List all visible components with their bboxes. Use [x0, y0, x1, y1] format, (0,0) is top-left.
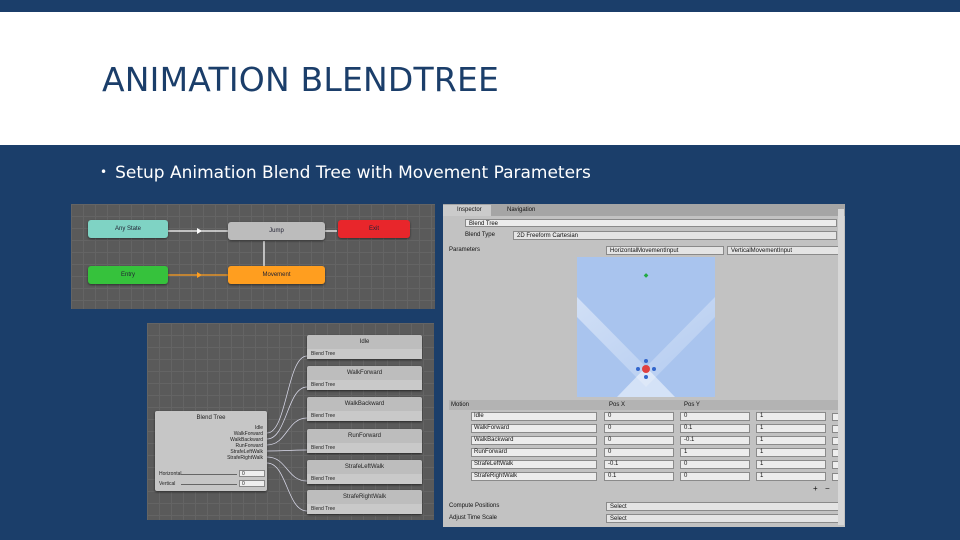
pos-x-field[interactable]: 0	[604, 412, 674, 421]
motion-name[interactable]: WalkBackward	[471, 436, 597, 445]
tab-inspector[interactable]: Inspector	[443, 205, 491, 216]
bt-param-label: Vertical	[159, 481, 176, 487]
motion-table-header: Motion Pos X Pos Y	[449, 400, 839, 410]
bt-node-title: StrafeRightWalk	[342, 494, 387, 500]
blend-diagram: ◆	[577, 272, 715, 397]
adjust-time-scale-row: Adjust Time Scale Select	[443, 513, 845, 523]
pos-y-field[interactable]: 0	[680, 460, 750, 469]
bt-node-sub: Blend Tree	[307, 474, 422, 484]
compute-positions-select[interactable]: Select	[606, 502, 841, 511]
speed-field[interactable]: 1	[756, 448, 826, 457]
tab-label: Inspector	[457, 207, 482, 213]
bt-node-runforward[interactable]: RunForward Blend Tree	[307, 429, 422, 453]
bt-node-walkbackward[interactable]: WalkBackward Blend Tree	[307, 397, 422, 421]
pos-x-field[interactable]: 0	[604, 436, 674, 445]
bt-node-sub: Blend Tree	[307, 443, 422, 453]
compute-positions-row: Compute Positions Select	[443, 501, 845, 511]
bt-node-title: Idle	[359, 339, 370, 345]
compute-positions-label: Compute Positions	[449, 503, 500, 509]
motion-name[interactable]: Idle	[471, 412, 597, 421]
motion-name[interactable]: StrafeLeftWalk	[471, 460, 597, 469]
pos-y-field[interactable]: -0.1	[680, 436, 750, 445]
pos-x-field[interactable]: -0.1	[604, 460, 674, 469]
bt-node-sub: Blend Tree	[307, 504, 422, 514]
blend-type-label: Blend Type	[465, 232, 495, 238]
tab-bar: Inspector Navigation	[443, 204, 845, 216]
speed-field[interactable]: 1	[756, 436, 826, 445]
blend-type-row: Blend Type 2D Freeform Cartesian	[443, 230, 845, 240]
pos-x-field[interactable]: 0	[604, 424, 674, 433]
bt-node-strafeleft[interactable]: StrafeLeftWalk Blend Tree	[307, 460, 422, 484]
speed-field[interactable]: 1	[756, 472, 826, 481]
pos-y-field[interactable]: 0.1	[680, 424, 750, 433]
bt-node-sub: Blend Tree	[307, 411, 422, 421]
svg-text:◆: ◆	[644, 272, 649, 279]
bt-root-output: StrafeRightWalk	[227, 455, 263, 461]
bt-node-sub: Blend Tree	[307, 380, 422, 390]
param-x-select[interactable]: HorizontalMovementInput	[606, 246, 724, 255]
motion-row[interactable]: StrafeLeftWalk -0.1 0 1	[449, 459, 840, 470]
adjust-time-scale-select[interactable]: Select	[606, 514, 841, 523]
bt-root-title: Blend Tree	[196, 415, 226, 421]
blend-visualization[interactable]: ◆	[577, 257, 715, 397]
bt-node-title: WalkForward	[346, 370, 383, 376]
bt-param-slider[interactable]	[181, 484, 237, 485]
remove-motion-icon[interactable]: −	[825, 484, 830, 493]
blendtree-graph[interactable]: Idle Blend Tree WalkForward Blend Tree Wal…	[147, 323, 434, 520]
slide-title: ANIMATION BLENDTREE	[102, 60, 500, 99]
pos-x-field[interactable]: 0.1	[604, 472, 674, 481]
inspector-scrollbar[interactable]	[838, 209, 844, 525]
adjust-time-scale-label: Adjust Time Scale	[449, 515, 498, 521]
state-jump[interactable]: Jump	[228, 222, 325, 240]
speed-field[interactable]: 1	[756, 460, 826, 469]
motion-name[interactable]: RunForward	[471, 448, 597, 457]
motion-col-header: Motion	[451, 402, 470, 408]
bt-param-value[interactable]: 0	[239, 480, 265, 487]
parameters-row: Parameters HorizontalMovementInput Verti…	[443, 245, 845, 255]
name-field[interactable]: Blend Tree	[465, 219, 837, 227]
posx-col-header: Pos X	[609, 402, 626, 408]
speed-field[interactable]: 1	[756, 412, 826, 421]
bullet-icon: •	[100, 165, 108, 179]
state-any[interactable]: Any State	[88, 220, 168, 238]
speed-field[interactable]: 1	[756, 424, 826, 433]
bullet-text: Setup Animation Blend Tree with Movement…	[115, 163, 591, 183]
motion-row[interactable]: RunForward 0 1 1	[449, 447, 840, 458]
posy-col-header: Pos Y	[684, 402, 700, 408]
bt-node-walkforward[interactable]: WalkForward Blend Tree	[307, 366, 422, 390]
bt-node-idle[interactable]: Idle Blend Tree	[307, 335, 422, 359]
bt-node-sub: Blend Tree	[307, 349, 422, 359]
bt-param-value[interactable]: 0	[239, 470, 265, 477]
bt-node-straferight[interactable]: StrafeRightWalk Blend Tree	[307, 490, 422, 514]
bt-node-title: RunForward	[347, 433, 381, 439]
pos-y-field[interactable]: 1	[680, 448, 750, 457]
pos-x-field[interactable]: 0	[604, 448, 674, 457]
motion-name[interactable]: StrafeRightWalk	[471, 472, 597, 481]
bt-param-label: Horizontal	[159, 471, 182, 477]
motion-row[interactable]: StrafeRightWalk 0.1 0 1	[449, 471, 840, 482]
motion-row[interactable]: WalkForward 0 0.1 1	[449, 423, 840, 434]
top-accent-bar	[0, 0, 960, 12]
bullet-item: • Setup Animation Blend Tree with Movemen…	[100, 163, 591, 183]
state-exit[interactable]: Exit	[338, 220, 410, 238]
parameters-label: Parameters	[449, 247, 481, 253]
tab-navigation[interactable]: Navigation	[493, 205, 557, 216]
motion-name[interactable]: WalkForward	[471, 424, 597, 433]
animator-graph[interactable]: Any State Jump Exit Entry Movement	[71, 204, 435, 309]
state-movement[interactable]: Movement	[228, 266, 325, 284]
bt-param-slider[interactable]	[181, 474, 237, 475]
pos-y-field[interactable]: 0	[680, 472, 750, 481]
motion-row[interactable]: WalkBackward 0 -0.1 1	[449, 435, 840, 446]
add-motion-icon[interactable]: +	[813, 484, 818, 493]
state-entry[interactable]: Entry	[88, 266, 168, 284]
tab-label: Navigation	[507, 207, 536, 213]
inspector-panel: Inspector Navigation Blend Tree Blend Ty…	[443, 204, 845, 527]
bt-node-title: StrafeLeftWalk	[344, 464, 385, 470]
bt-node-title: WalkBackward	[344, 401, 385, 407]
bt-root-node[interactable]: Blend Tree Idle WalkForward WalkBackward…	[155, 411, 267, 491]
pos-y-field[interactable]: 0	[680, 412, 750, 421]
param-y-select[interactable]: VerticalMovementInput	[727, 246, 841, 255]
motion-row[interactable]: Idle 0 0 1	[449, 411, 840, 422]
blend-type-select[interactable]: 2D Freeform Cartesian	[513, 231, 837, 240]
